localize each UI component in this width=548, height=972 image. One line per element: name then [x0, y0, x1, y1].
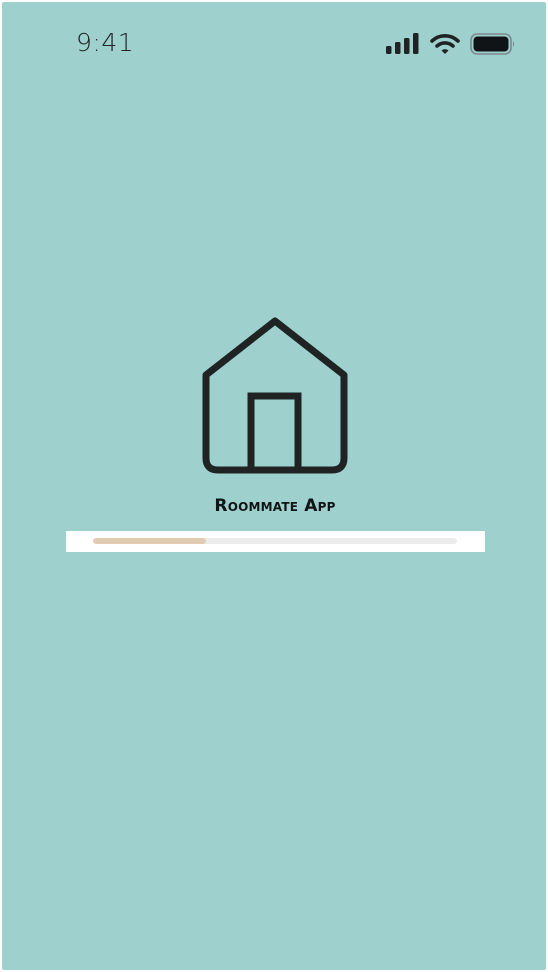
- status-bar: 9:41: [2, 2, 546, 82]
- status-icons: [386, 32, 516, 56]
- progress-track: [93, 538, 457, 544]
- loading-progress-container: [66, 531, 485, 552]
- house-icon: [202, 317, 348, 474]
- battery-icon: [470, 33, 515, 55]
- progress-fill: [93, 538, 206, 544]
- app-background: [2, 2, 546, 970]
- status-time: 9:41: [76, 28, 135, 57]
- cellular-signal-icon: [386, 33, 419, 54]
- splash-screen: 9:41 Roommate App: [0, 0, 548, 972]
- wifi-icon: [430, 34, 460, 54]
- app-title: Roommate App: [214, 496, 336, 516]
